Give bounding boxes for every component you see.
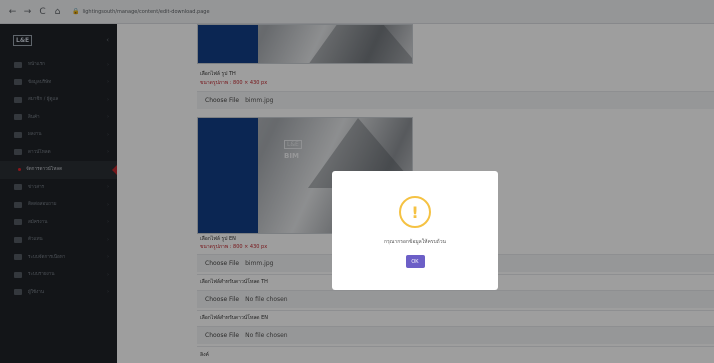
warning-icon: ! (399, 196, 431, 228)
alert-dialog: ! กรุณากรอกข้อมูลให้ครบถ้วน OK (332, 171, 498, 290)
ok-button[interactable]: OK (405, 255, 425, 268)
alert-message: กรุณากรอกข้อมูลให้ครบถ้วน (384, 239, 446, 245)
